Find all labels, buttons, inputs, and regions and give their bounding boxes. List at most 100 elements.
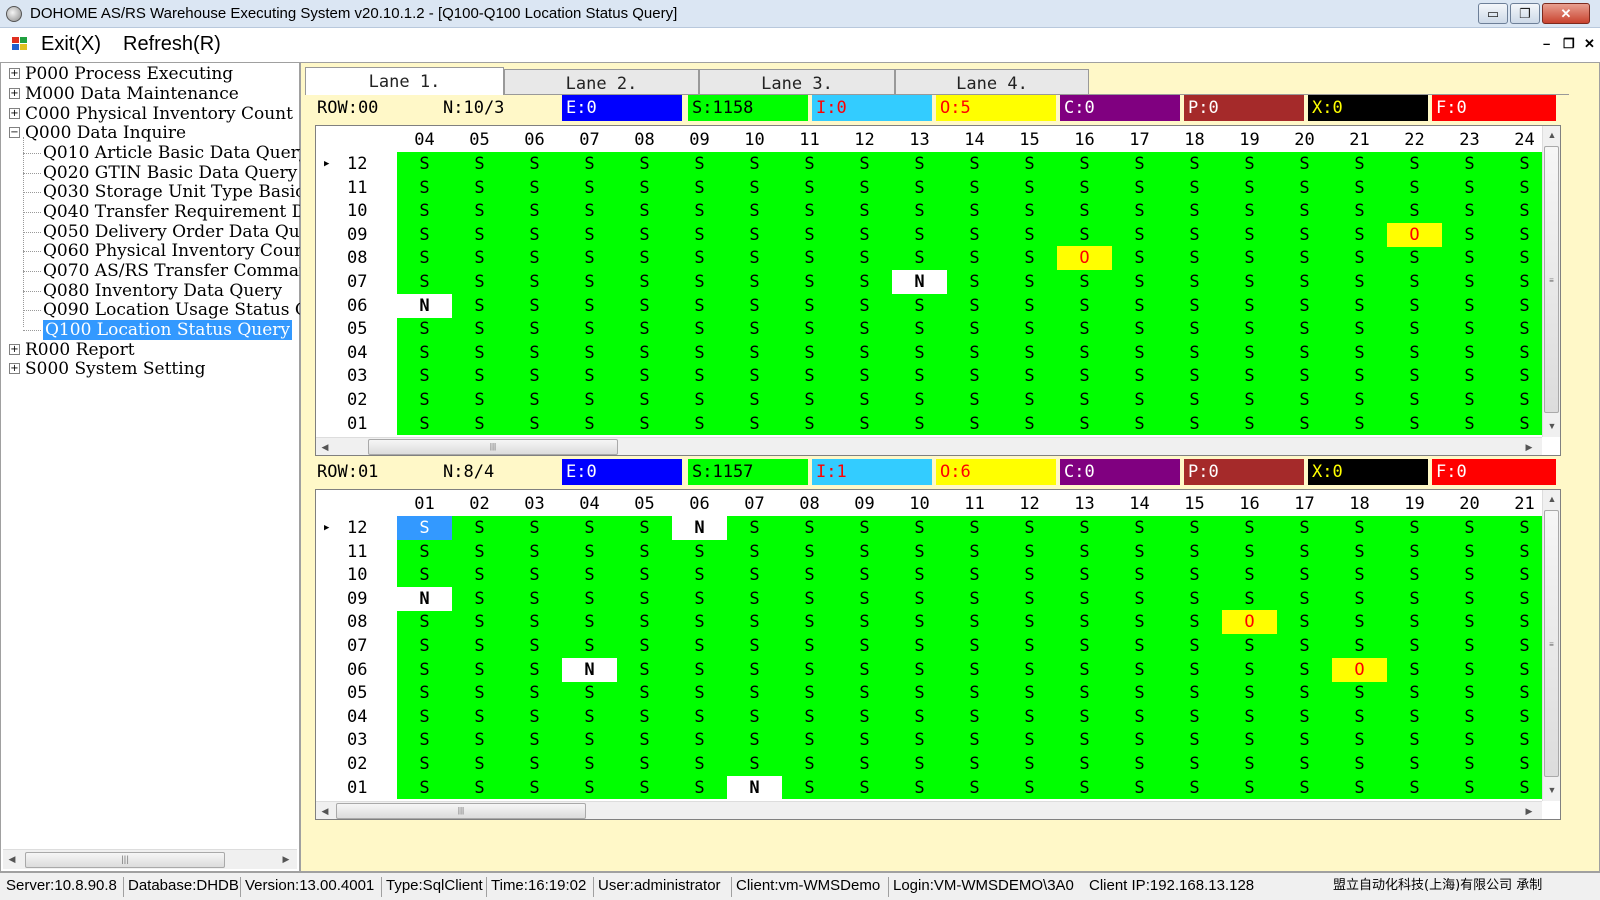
location-cell[interactable]: S [837, 776, 892, 800]
scroll-right-icon[interactable]: ▶ [1522, 804, 1536, 818]
location-cell[interactable]: S [837, 317, 892, 341]
location-cell[interactable]: S [782, 681, 837, 705]
tab-lane-3[interactable]: Lane 3. [699, 69, 895, 94]
location-cell[interactable]: S [507, 776, 562, 800]
location-cell[interactable]: S [727, 610, 782, 634]
location-cell[interactable]: S [617, 681, 672, 705]
location-cell[interactable]: S [1332, 223, 1387, 247]
location-cell[interactable]: S [837, 681, 892, 705]
location-cell[interactable]: S [892, 199, 947, 223]
location-cell[interactable]: S [947, 152, 1002, 176]
location-cell[interactable]: S [1167, 776, 1222, 800]
column-header[interactable]: 07 [562, 126, 617, 152]
column-header[interactable]: 14 [947, 126, 1002, 152]
location-cell[interactable]: S [892, 294, 947, 318]
location-cell[interactable]: S [1277, 587, 1332, 611]
location-cell[interactable]: S [507, 270, 562, 294]
location-cell[interactable]: S [947, 412, 1002, 436]
location-cell[interactable]: S [452, 634, 507, 658]
column-header[interactable]: 19 [1222, 126, 1277, 152]
location-cell[interactable]: S [1277, 176, 1332, 200]
location-cell[interactable]: S [1222, 176, 1277, 200]
location-cell[interactable]: S [1057, 341, 1112, 365]
location-cell[interactable]: S [1222, 294, 1277, 318]
location-cell[interactable]: S [1387, 364, 1442, 388]
column-header[interactable]: 09 [672, 126, 727, 152]
location-cell[interactable]: O [1222, 610, 1277, 635]
location-cell[interactable]: S [1112, 176, 1167, 200]
location-cell[interactable]: S [1167, 705, 1222, 729]
location-cell[interactable]: S [782, 634, 837, 658]
location-cell[interactable]: S [1222, 587, 1277, 611]
collapse-icon[interactable]: − [9, 127, 20, 138]
location-cell[interactable]: S [1387, 246, 1442, 270]
location-cell[interactable]: S [397, 516, 452, 540]
column-header[interactable]: 18 [1332, 490, 1387, 516]
location-cell[interactable]: S [397, 658, 452, 682]
location-cell[interactable]: S [562, 388, 617, 412]
location-cell[interactable]: S [947, 516, 1002, 540]
location-cell[interactable]: S [397, 152, 452, 176]
location-cell[interactable]: S [397, 223, 452, 247]
location-cell[interactable]: S [782, 294, 837, 318]
location-cell[interactable]: S [1277, 705, 1332, 729]
location-cell[interactable]: S [892, 728, 947, 752]
location-cell[interactable]: S [1057, 223, 1112, 247]
location-cell[interactable]: S [1167, 176, 1222, 200]
row-header[interactable]: 10 [316, 563, 397, 588]
location-cell[interactable]: S [947, 587, 1002, 611]
location-cell[interactable]: S [1277, 516, 1332, 540]
location-cell[interactable]: S [1057, 634, 1112, 658]
location-cell[interactable]: S [1332, 587, 1387, 611]
column-header[interactable]: 06 [672, 490, 727, 516]
location-cell[interactable]: S [1277, 634, 1332, 658]
scroll-down-icon[interactable]: ▼ [1545, 419, 1559, 433]
scroll-up-icon[interactable]: ▲ [1545, 492, 1559, 506]
column-header[interactable]: 20 [1277, 126, 1332, 152]
location-cell[interactable]: S [1002, 634, 1057, 658]
location-cell[interactable]: S [947, 364, 1002, 388]
location-cell[interactable]: S [617, 752, 672, 776]
location-cell[interactable]: S [782, 412, 837, 436]
location-cell[interactable]: S [1167, 516, 1222, 540]
location-cell[interactable]: S [1222, 412, 1277, 436]
location-cell[interactable]: S [947, 681, 1002, 705]
location-cell[interactable]: S [1112, 270, 1167, 294]
location-cell[interactable]: S [782, 540, 837, 564]
location-cell[interactable]: S [1057, 681, 1112, 705]
location-cell[interactable]: S [672, 610, 727, 634]
location-cell[interactable]: S [1057, 705, 1112, 729]
location-cell[interactable]: S [1002, 752, 1057, 776]
location-cell[interactable]: S [892, 776, 947, 800]
location-cell[interactable]: S [562, 294, 617, 318]
location-cell[interactable]: S [1387, 681, 1442, 705]
column-header[interactable]: 12 [1002, 490, 1057, 516]
location-cell[interactable]: S [1112, 412, 1167, 436]
location-cell[interactable]: S [452, 199, 507, 223]
location-cell[interactable]: S [1222, 364, 1277, 388]
location-cell[interactable]: S [727, 223, 782, 247]
location-cell[interactable]: S [1332, 516, 1387, 540]
location-cell[interactable]: S [1222, 540, 1277, 564]
location-cell[interactable]: S [1002, 412, 1057, 436]
maximize-button[interactable]: ❐ [1510, 3, 1540, 24]
location-cell[interactable]: S [1387, 341, 1442, 365]
location-cell[interactable]: S [892, 412, 947, 436]
location-cell[interactable]: S [562, 610, 617, 634]
location-cell[interactable]: S [672, 317, 727, 341]
location-cell[interactable]: S [1167, 199, 1222, 223]
location-cell[interactable]: S [1057, 294, 1112, 318]
grid-vertical-scrollbar[interactable]: ▲ ≡ ▼ [1542, 490, 1560, 802]
location-cell[interactable]: S [507, 412, 562, 436]
location-cell[interactable]: S [892, 176, 947, 200]
location-cell[interactable]: S [1442, 681, 1497, 705]
location-cell[interactable]: S [1277, 776, 1332, 800]
location-cell[interactable]: S [1442, 540, 1497, 564]
location-cell[interactable]: S [1332, 364, 1387, 388]
location-cell[interactable]: S [617, 341, 672, 365]
location-cell[interactable]: S [1057, 176, 1112, 200]
location-cell[interactable]: S [1277, 610, 1332, 634]
location-cell[interactable]: S [1112, 364, 1167, 388]
row-header[interactable]: 08 [316, 610, 397, 635]
location-cell[interactable]: S [1277, 152, 1332, 176]
